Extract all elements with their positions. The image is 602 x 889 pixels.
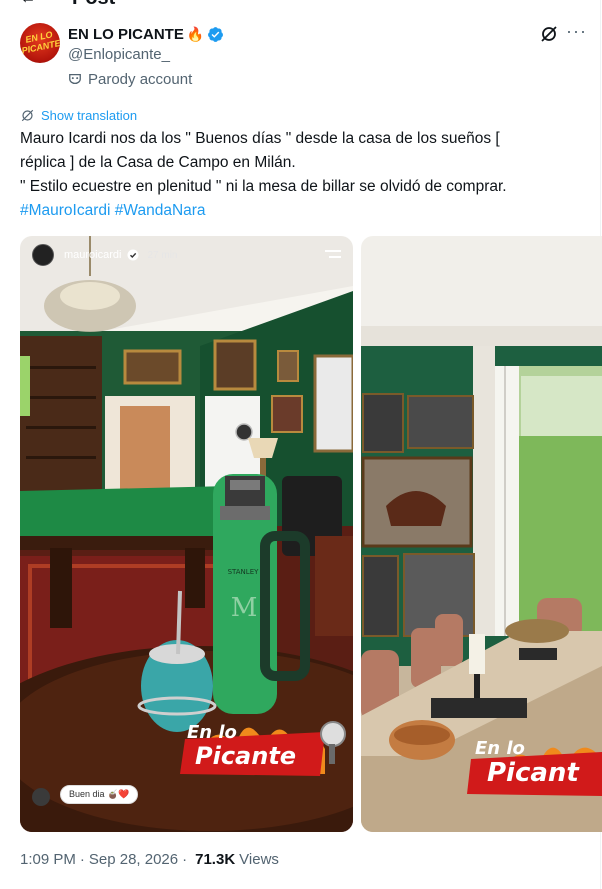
en-lo-picante-watermark-2: En lo Picant [467, 724, 602, 798]
story-menu-icon [325, 250, 341, 258]
views-label: Views [239, 850, 279, 868]
post-image-2[interactable]: En lo Picant [361, 236, 602, 832]
post-text-line: Mauro Icardi nos da los " Buenos días " … [20, 130, 500, 147]
arrow-left-icon[interactable]: ← [20, 0, 36, 8]
top-header-strip: ← Post [0, 0, 602, 10]
author-handle[interactable]: @Enlopicante_ [68, 46, 224, 66]
story-username: mauroicardi [64, 249, 122, 261]
hashtag-link[interactable]: #MauroIcardi [20, 202, 110, 219]
logo-line-2: Picant [487, 758, 579, 788]
meta-separator: · [79, 850, 85, 868]
post-date[interactable]: Sep 28, 2026 [89, 851, 178, 868]
verified-badge-icon[interactable] [207, 26, 224, 43]
more-icon[interactable]: ··· [566, 22, 586, 44]
story-reply-bubble: Buen dia 🧉❤️ [60, 785, 139, 804]
page-title: Post [72, 0, 115, 10]
fire-emoji: 🔥 [186, 25, 205, 42]
post-time[interactable]: 1:09 PM [20, 851, 76, 868]
parody-label: Parody account [88, 70, 193, 88]
reply-avatar [32, 788, 50, 806]
views-count: 71.3K [195, 850, 236, 868]
author-name[interactable]: EN LO PICANTE [68, 26, 184, 43]
meta-separator: · [182, 850, 188, 868]
author-block: EN LO PICANTE 🔥 @Enlopicante_ Parody acc… [68, 24, 224, 89]
story-time: 27 min [147, 249, 178, 261]
hashtag-line: #MauroIcardi #WandaNara [20, 199, 592, 223]
story-header: mauroicardi 27 min [32, 244, 177, 266]
post-meta: 1:09 PM · Sep 28, 2026 · 71.3K Views [20, 849, 279, 869]
en-lo-picante-watermark: En lo Picante [175, 704, 350, 778]
logo-line-2: Picante [195, 742, 297, 770]
parody-mask-icon [69, 73, 81, 85]
avatar[interactable]: EN LO PICANTE [20, 23, 60, 63]
svg-text:M: M [231, 593, 258, 623]
avatar-logo-text: EN LO PICANTE [20, 29, 60, 56]
post-text: Mauro Icardi nos da los " Buenos días " … [20, 127, 592, 223]
show-translation-link[interactable]: Show translation [20, 106, 137, 124]
story-avatar [32, 244, 54, 266]
show-translation-label[interactable]: Show translation [41, 108, 137, 123]
grok-translate-icon [21, 109, 34, 121]
post-text-line: réplica ] de la Casa de Campo en Milán. [20, 154, 296, 171]
logo-line-1: En lo [187, 722, 237, 743]
post-text-line: " Estilo ecuestre en plenitud " ni la me… [20, 178, 507, 195]
story-verified-icon [127, 249, 139, 261]
post-image-1[interactable]: STANLEY M mauroicardi 27 min Buen dia 🧉❤… [20, 236, 353, 832]
flask-brand-text: STANLEY [228, 568, 260, 576]
logo-line-1: En lo [475, 738, 525, 759]
hashtag-link[interactable]: #WandaNara [115, 202, 206, 219]
grok-icon[interactable] [539, 24, 559, 44]
